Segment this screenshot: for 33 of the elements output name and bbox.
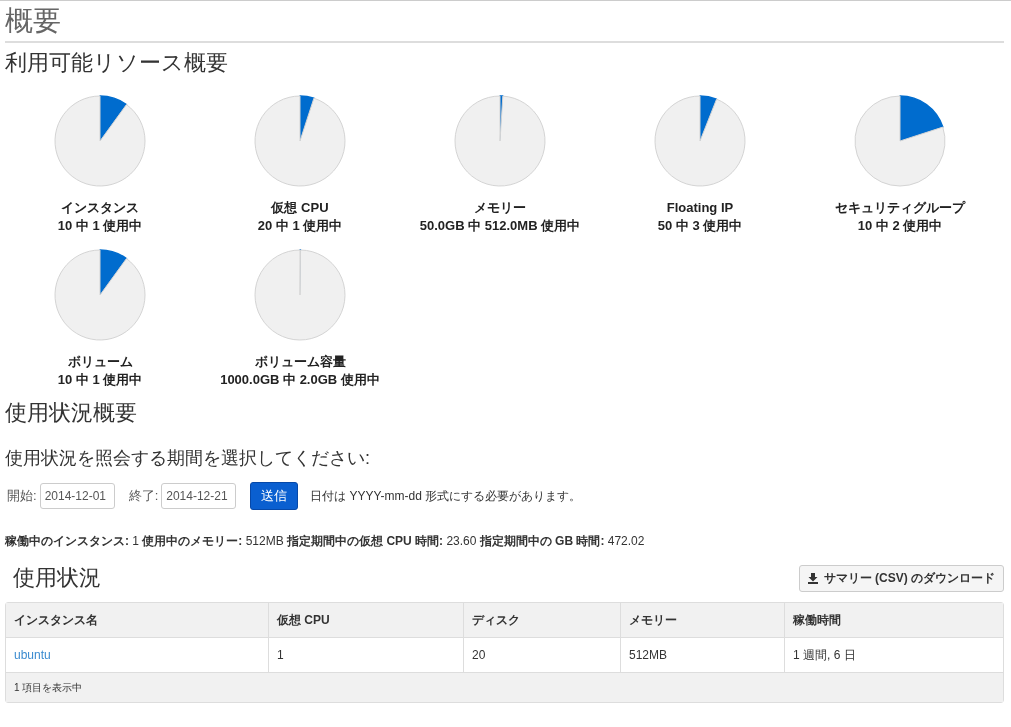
column-header: インスタンス名 [13,612,99,629]
quota-usage: 20 中 1 使用中 [257,217,343,235]
quota-usage: 10 中 2 使用中 [857,217,943,235]
quota-label: ボリューム容量 [254,353,346,371]
date-range-prompt: 使用状況を照会する期間を選択してください: [5,447,371,470]
section-title: 利用可能リソース概要 [5,49,229,77]
quota-usage: 10 中 1 使用中 [57,217,143,235]
quota-label: Floating IP [666,199,734,217]
quota-usage: 50.0GB 中 512.0MB 使用中 [419,217,581,235]
column-header: ディスク [463,603,620,637]
usage-summary: 稼働中のインスタンス: 1 使用中のメモリー: 512MB 指定期間中の仮想 CPU 時間: 23.60 指定期間中の GB 時間: 472.02 [5,533,646,550]
quota-label: 仮想 CPU [271,199,329,217]
quota-label: メモリー [474,199,526,217]
item-count: 1 項目を表示中 [14,681,83,695]
quota-usage: 50 中 3 使用中 [657,217,743,235]
table-cell: 1 週間, 6 日 [784,638,1003,672]
end-label: 終了: [128,487,159,506]
table-cell: 512MB [620,638,784,672]
quota-label: セキュリティグループ [835,199,965,217]
quota-usage: 10 中 1 使用中 [57,371,143,389]
start-label: 開始: [7,487,37,506]
column-header: 仮想 CPU [268,603,463,637]
column-header: メモリー [620,603,784,637]
quota-label: インスタンス [61,199,139,217]
page-title: 概要 [5,1,1004,43]
table-cell: 20 [463,638,620,672]
section-title: 使用状況 [13,564,101,592]
table-cell: 1 [268,638,463,672]
date-format-hint: 日付は YYYY-mm-dd 形式にする必要があります。 [310,488,582,505]
quota-label: ボリューム [67,353,133,371]
quota-usage: 1000.0GB 中 2.0GB 使用中 [220,371,380,389]
section-title: 使用状況概要 [5,399,138,427]
column-header: 稼働時間 [784,603,1003,637]
